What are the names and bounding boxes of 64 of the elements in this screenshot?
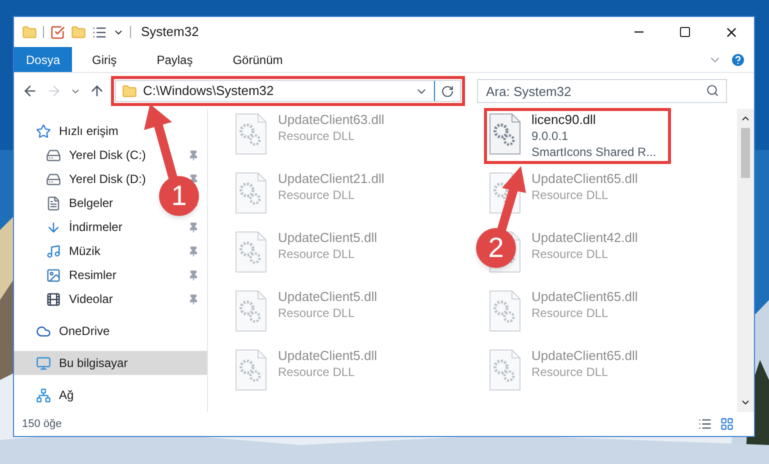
help-icon[interactable]	[730, 52, 746, 68]
back-icon[interactable]	[22, 83, 38, 99]
file-detail: Resource DLL	[532, 364, 610, 380]
nav-item[interactable]: Yerel Disk (C:)	[69, 146, 146, 164]
nav-item[interactable]: OneDrive	[14, 319, 207, 343]
gear-file-icon	[234, 171, 268, 215]
file-detail: SmartIcons Shared R...	[532, 144, 656, 160]
gear-file-icon	[488, 348, 522, 392]
nav-item[interactable]: Müzik	[69, 242, 100, 260]
file-detail: Resource DLL	[278, 128, 356, 144]
drive-icon	[46, 172, 61, 186]
window-title: System32	[141, 23, 199, 42]
gear-file-icon	[234, 112, 268, 156]
nav-item[interactable]: Videolar	[69, 290, 113, 308]
gear-file-icon	[234, 289, 268, 333]
nav-item[interactable]: Hızlı erişim	[14, 119, 207, 143]
file-detail: Resource DLL	[278, 364, 356, 380]
nav-item[interactable]: Resimler	[69, 266, 116, 284]
download-icon	[46, 220, 61, 234]
file-detail: 9.0.0.1	[532, 128, 570, 144]
nav-item[interactable]: Yerel Disk (D:)	[69, 170, 146, 188]
properties-icon[interactable]	[50, 24, 65, 40]
file-detail: Resource DLL	[278, 305, 356, 321]
file-detail: Resource DLL	[532, 187, 610, 203]
maximize-icon	[679, 26, 691, 38]
nav-item[interactable]: Ağ	[14, 383, 207, 407]
nav-item[interactable]: Belgeler	[69, 194, 114, 212]
document-icon	[46, 196, 61, 210]
ribbon-tab[interactable]: Dosya	[14, 47, 72, 72]
ribbon-tab[interactable]: Giriş	[72, 47, 137, 72]
network-icon	[36, 388, 51, 402]
image-icon	[46, 268, 61, 282]
file-name[interactable]: licenc90.dll	[532, 112, 656, 128]
file-detail: Resource DLL	[532, 305, 610, 321]
scrollbar[interactable]	[737, 109, 754, 412]
gear-file-icon	[488, 289, 522, 333]
search-icon[interactable]	[706, 84, 719, 97]
star-icon	[36, 124, 51, 138]
gear-file-icon	[234, 348, 268, 392]
cloud-icon	[36, 324, 51, 338]
tiles-view-icon[interactable]	[720, 417, 734, 431]
gear-file-icon	[234, 230, 268, 274]
scroll-thumb[interactable]	[741, 128, 750, 178]
ribbon-tab[interactable]: Görünüm	[212, 47, 303, 72]
file-detail: Resource DLL	[278, 246, 356, 262]
address-path: C:\Windows\System32	[143, 82, 274, 100]
music-note-icon	[46, 244, 61, 258]
file-detail: Resource DLL	[532, 246, 610, 262]
gear-file-icon	[488, 112, 522, 156]
refresh-icon[interactable]	[441, 84, 454, 98]
details-view-icon[interactable]	[698, 417, 712, 431]
item-count: 150 öğe	[22, 416, 62, 432]
up-icon[interactable]	[89, 83, 105, 99]
file-detail: Resource DLL	[278, 187, 356, 203]
monitor-icon	[36, 356, 51, 370]
nav-item[interactable]: Bu bilgisayar	[14, 351, 207, 375]
view-list-icon[interactable]	[92, 24, 107, 40]
search-field[interactable]: Ara: System32	[477, 79, 727, 103]
nav-item[interactable]: İndirmeler	[69, 218, 122, 236]
film-icon	[46, 292, 61, 306]
folder-icon	[122, 84, 137, 98]
drive-icon	[46, 148, 61, 162]
ribbon-tab[interactable]: Paylaş	[136, 47, 213, 72]
address-field[interactable]: C:\Windows\System32	[115, 80, 461, 102]
